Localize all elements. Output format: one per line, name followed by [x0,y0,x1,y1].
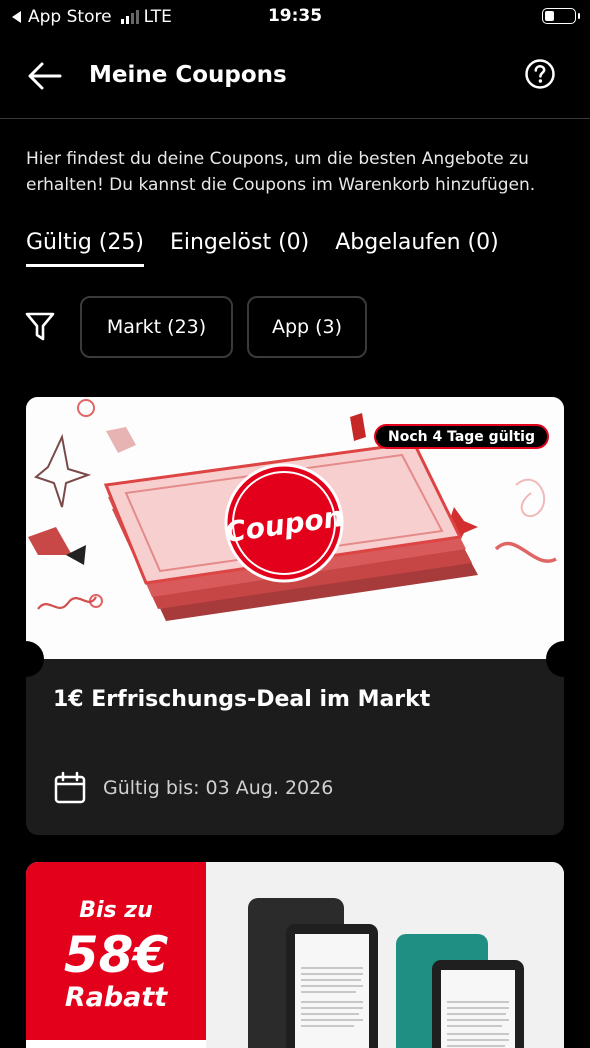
promo-line1: Bis zu [79,898,153,923]
coupon-valid-until: Gültig bis: 03 Aug. 2026 [103,777,334,799]
promo-bottom-strip [26,1040,206,1048]
tab-valid[interactable]: Gültig (25) [26,230,144,267]
promo-line3: Rabatt [64,982,168,1013]
header-divider [0,118,590,119]
status-time: 19:35 [267,6,323,26]
coupon-card[interactable]: Coupon 1€ Erfrischungs-Deal im Markt Gül… [26,397,564,835]
tab-expired[interactable]: Abgelaufen (0) [335,230,498,267]
coupon-tabs: Gültig (25) Eingelöst (0) Abgelaufen (0) [26,230,499,267]
coupon-title: 1€ Erfrischungs-Deal im Markt [53,687,431,712]
calendar-icon [54,771,86,804]
expiry-badge: Noch 4 Tage gültig [374,424,549,449]
app-header: Meine Coupons [0,44,590,108]
ereader-product-image [206,862,564,1048]
filter-funnel-icon[interactable] [24,310,56,344]
battery-icon [542,8,580,24]
arrow-left-icon[interactable] [26,60,64,92]
promo-card[interactable]: Bis zu 58€ Rabatt [26,862,564,1048]
status-bar: App Store LTE 19:35 [0,0,590,34]
page-title: Meine Coupons [89,62,287,88]
filter-chip-app[interactable]: App (3) [247,296,367,358]
question-circle-icon[interactable] [524,58,556,90]
intro-text: Hier findest du deine Coupons, um die be… [26,149,536,195]
promo-line2: 58€ [63,926,169,984]
promo-discount-panel: Bis zu 58€ Rabatt [26,862,206,1048]
filter-chip-markt[interactable]: Markt (23) [80,296,233,358]
tab-redeemed[interactable]: Eingelöst (0) [170,230,309,267]
